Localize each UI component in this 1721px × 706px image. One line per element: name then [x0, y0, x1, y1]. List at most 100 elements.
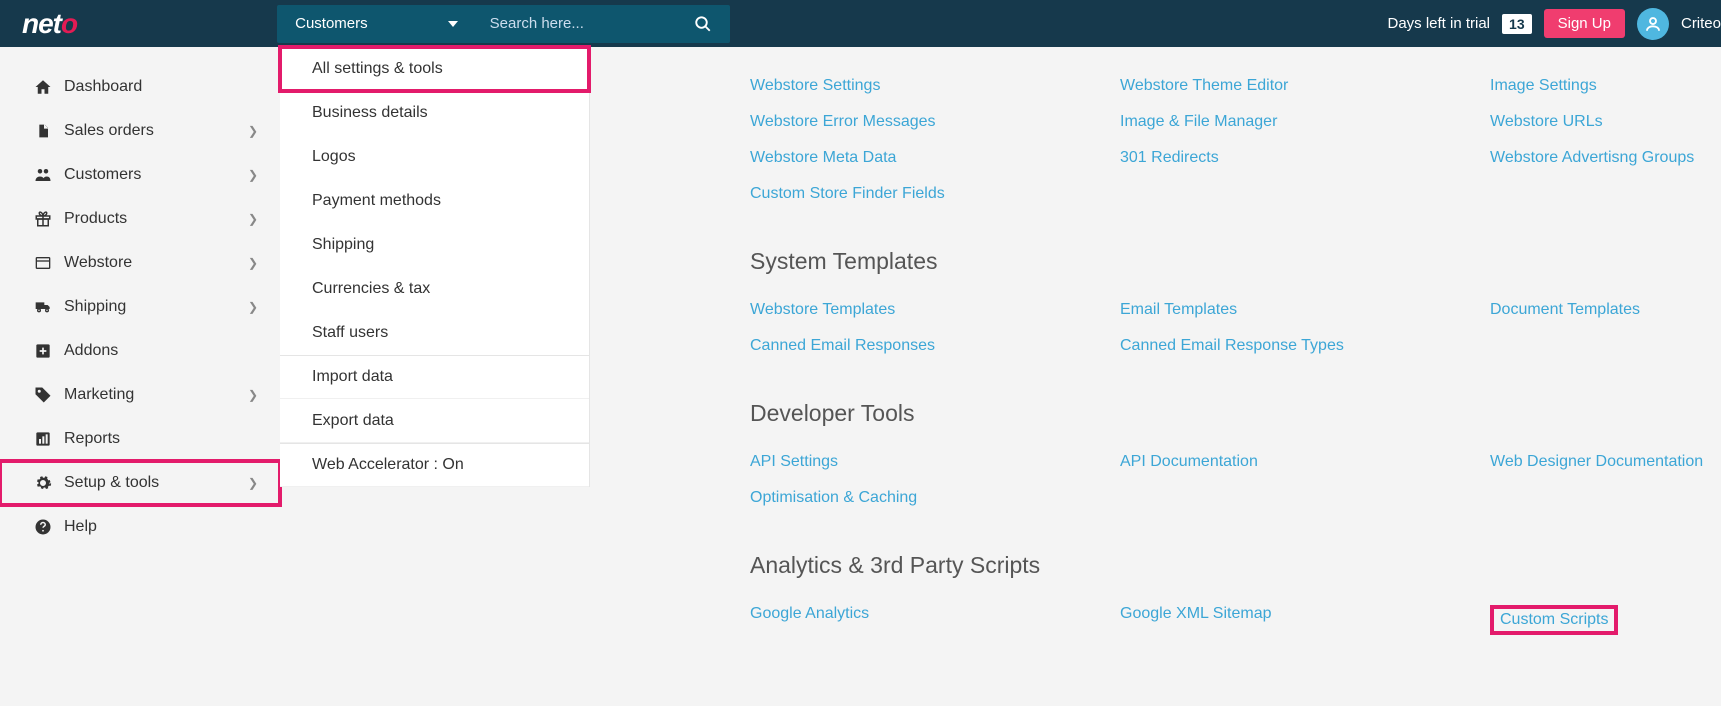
link-webstore-advertisng-groups[interactable]: Webstore Advertisng Groups [1490, 149, 1721, 167]
link-custom-store-finder-fields[interactable]: Custom Store Finder Fields [750, 185, 1120, 203]
chevron-right-icon: ❯ [248, 476, 258, 490]
main-content: Webstore SettingsWebstore Theme EditorIm… [590, 47, 1721, 680]
sidebar-item-shipping[interactable]: Shipping ❯ [0, 285, 280, 329]
chart-icon [30, 431, 56, 447]
empty-cell [1120, 185, 1490, 203]
submenu-item-label: Export data [312, 412, 394, 430]
sidebar-item-setup-tools[interactable]: Setup & tools ❯ [0, 461, 280, 505]
user-name[interactable]: Criteo [1681, 15, 1721, 32]
avatar[interactable] [1637, 8, 1669, 40]
chevron-right-icon: ❯ [248, 124, 258, 138]
link-api-documentation[interactable]: API Documentation [1120, 453, 1490, 471]
search-input[interactable] [476, 15, 676, 32]
header-right: Days left in trial 13 Sign Up Criteo [1387, 8, 1721, 40]
sidebar-item-label: Setup & tools [64, 474, 159, 492]
search-category-label: Customers [295, 15, 368, 32]
sidebar-item-help[interactable]: Help [0, 505, 280, 549]
submenu-item-web-accelerator-on[interactable]: Web Accelerator : On [280, 443, 589, 487]
gift-icon [30, 210, 56, 228]
chevron-right-icon: ❯ [248, 168, 258, 182]
link-webstore-meta-data[interactable]: Webstore Meta Data [750, 149, 1120, 167]
sidebar-item-label: Dashboard [64, 78, 142, 96]
chevron-right-icon: ❯ [248, 388, 258, 402]
browser-icon [30, 255, 56, 271]
submenu-item-staff-users[interactable]: Staff users [280, 311, 589, 355]
sidebar-item-label: Addons [64, 342, 118, 360]
link-grid: Google AnalyticsGoogle XML SitemapCustom… [750, 605, 1721, 635]
person-icon [1644, 15, 1662, 33]
submenu-item-business-details[interactable]: Business details [280, 91, 589, 135]
search-bar: Customers [277, 5, 730, 43]
submenu-item-label: Business details [312, 104, 428, 122]
plus-box-icon [30, 343, 56, 359]
chevron-right-icon: ❯ [248, 256, 258, 270]
link-api-settings[interactable]: API Settings [750, 453, 1120, 471]
search-category-dropdown[interactable]: Customers [277, 15, 476, 32]
sidebar-item-reports[interactable]: Reports [0, 417, 280, 461]
sidebar-item-label: Products [64, 210, 127, 228]
link-web-designer-documentation[interactable]: Web Designer Documentation [1490, 453, 1721, 471]
tag-icon [30, 386, 56, 404]
empty-cell [1490, 337, 1721, 355]
submenu-item-label: Logos [312, 148, 356, 166]
sidebar-item-label: Sales orders [64, 122, 154, 140]
sidebar-item-label: Reports [64, 430, 120, 448]
submenu-item-logos[interactable]: Logos [280, 135, 589, 179]
top-header: neto Customers Days left in trial 13 Sig… [0, 0, 1721, 47]
sidebar-item-dashboard[interactable]: Dashboard [0, 65, 280, 109]
logo[interactable]: neto [22, 8, 77, 40]
submenu-item-label: Currencies & tax [312, 280, 430, 298]
link-custom-scripts[interactable]: Custom Scripts [1490, 605, 1721, 635]
sidebar-item-label: Customers [64, 166, 141, 184]
submenu-item-export-data[interactable]: Export data [280, 399, 589, 443]
truck-icon [30, 299, 56, 315]
link-webstore-theme-editor[interactable]: Webstore Theme Editor [1120, 77, 1490, 95]
link-grid: Webstore SettingsWebstore Theme EditorIm… [750, 77, 1721, 203]
link-webstore-templates[interactable]: Webstore Templates [750, 301, 1120, 319]
link-document-templates[interactable]: Document Templates [1490, 301, 1721, 319]
home-icon [30, 78, 56, 96]
sidebar-item-products[interactable]: Products ❯ [0, 197, 280, 241]
sidebar-item-label: Shipping [64, 298, 126, 316]
submenu-item-label: All settings & tools [312, 60, 443, 78]
search-button[interactable] [676, 15, 730, 33]
chevron-right-icon: ❯ [248, 212, 258, 226]
link--redirects[interactable]: 301 Redirects [1120, 149, 1490, 167]
users-icon [30, 166, 56, 184]
submenu-item-import-data[interactable]: Import data [280, 355, 589, 399]
link-optimisation-caching[interactable]: Optimisation & Caching [750, 489, 1120, 507]
empty-cell [1120, 489, 1490, 507]
submenu-item-shipping[interactable]: Shipping [280, 223, 589, 267]
link-grid: API SettingsAPI DocumentationWeb Designe… [750, 453, 1721, 507]
sidebar-item-marketing[interactable]: Marketing❯ [0, 373, 280, 417]
sidebar-item-label: Help [64, 518, 97, 536]
link-webstore-settings[interactable]: Webstore Settings [750, 77, 1120, 95]
link-image-settings[interactable]: Image Settings [1490, 77, 1721, 95]
caret-down-icon [448, 21, 458, 27]
sidebar-item-addons[interactable]: Addons [0, 329, 280, 373]
sidebar-item-sales-orders[interactable]: Sales orders ❯ [0, 109, 280, 153]
link-google-xml-sitemap[interactable]: Google XML Sitemap [1120, 605, 1490, 635]
signup-button[interactable]: Sign Up [1544, 9, 1625, 38]
chevron-right-icon: ❯ [248, 300, 258, 314]
empty-cell [1490, 185, 1721, 203]
link-email-templates[interactable]: Email Templates [1120, 301, 1490, 319]
section-title: Analytics & 3rd Party Scripts [750, 552, 1721, 579]
link-grid: Webstore TemplatesEmail TemplatesDocumen… [750, 301, 1721, 355]
link-canned-email-response-types[interactable]: Canned Email Response Types [1120, 337, 1490, 355]
file-icon [30, 122, 56, 140]
gear-icon [30, 474, 56, 492]
sidebar-item-label: Webstore [64, 254, 132, 272]
sidebar-item-webstore[interactable]: Webstore ❯ [0, 241, 280, 285]
section-title: System Templates [750, 248, 1721, 275]
submenu-item-all-settings-tools[interactable]: All settings & tools [280, 47, 589, 91]
link-canned-email-responses[interactable]: Canned Email Responses [750, 337, 1120, 355]
settings-submenu: All settings & tools Business details Logo… [280, 47, 590, 487]
submenu-item-currencies-tax[interactable]: Currencies & tax [280, 267, 589, 311]
link-image-file-manager[interactable]: Image & File Manager [1120, 113, 1490, 131]
link-google-analytics[interactable]: Google Analytics [750, 605, 1120, 635]
submenu-item-payment-methods[interactable]: Payment methods [280, 179, 589, 223]
sidebar-item-customers[interactable]: Customers ❯ [0, 153, 280, 197]
link-webstore-urls[interactable]: Webstore URLs [1490, 113, 1721, 131]
link-webstore-error-messages[interactable]: Webstore Error Messages [750, 113, 1120, 131]
